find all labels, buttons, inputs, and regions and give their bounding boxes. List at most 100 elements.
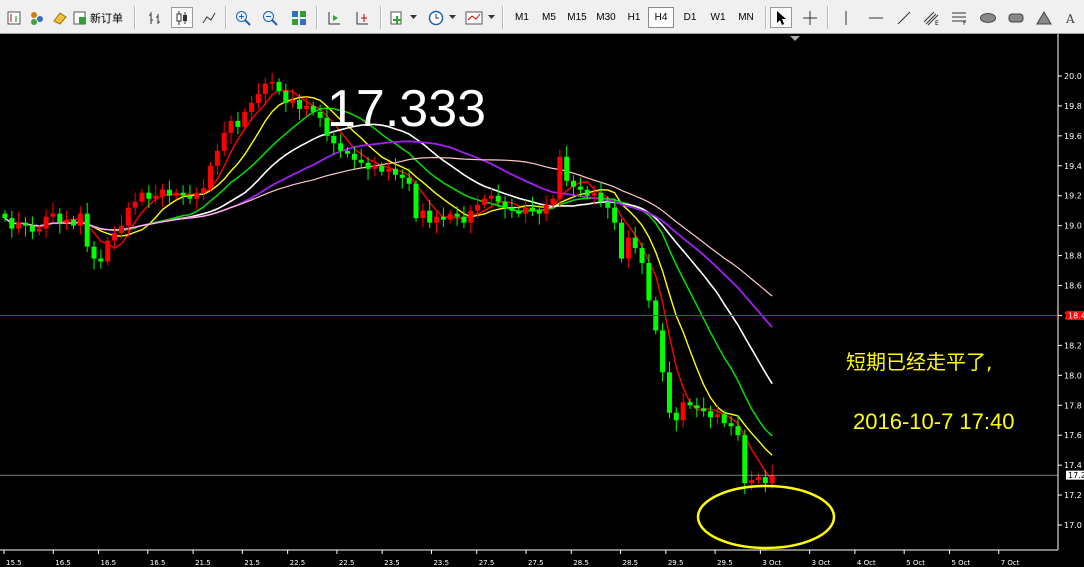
candle-body (372, 165, 378, 169)
candle-body (632, 237, 638, 249)
timeframe-m5[interactable]: M5 (536, 7, 562, 28)
timeframe-m30[interactable]: M30 (593, 7, 619, 28)
candle-body (249, 102, 255, 112)
candle-body (2, 213, 8, 219)
candle-body (502, 201, 508, 208)
indicators-icon[interactable] (386, 7, 408, 28)
candle-body (399, 174, 405, 178)
x-tick-label: 23.5 (384, 559, 400, 567)
y-tick-label: 18.0 (1064, 371, 1082, 380)
candle-body (762, 477, 768, 484)
text-label-icon[interactable]: A (1060, 7, 1082, 28)
profiles-icon[interactable] (26, 7, 48, 28)
new-chart-icon[interactable] (3, 7, 25, 28)
timeframe-mn[interactable]: MN (733, 7, 759, 28)
candle-body (139, 192, 145, 202)
candle-body (475, 204, 481, 211)
x-tick-label: 16.5 (55, 559, 71, 567)
ellipse-icon[interactable] (977, 7, 999, 28)
y-tick-label: 19.4 (1064, 162, 1082, 171)
x-tick-label: 28.5 (623, 559, 639, 567)
candle-body (386, 168, 392, 172)
candle-body (509, 207, 515, 211)
candle-body (721, 414, 727, 424)
candle-body (351, 153, 357, 160)
x-tick-label: 4 Oct (857, 559, 876, 567)
candle-body (666, 372, 672, 413)
x-tick-label: 22.5 (339, 559, 355, 567)
candle-body (605, 201, 611, 208)
price-display: 17.333 (327, 80, 486, 138)
x-tick-label: 28.5 (573, 559, 589, 567)
timeframe-h1[interactable]: H1 (621, 7, 647, 28)
templates-icon[interactable] (463, 7, 485, 28)
rectangle-icon[interactable] (1005, 7, 1027, 28)
candle-body (392, 168, 398, 175)
candle-body (454, 213, 460, 217)
candle-body (125, 207, 131, 226)
auto-scroll-icon[interactable] (323, 7, 345, 28)
x-tick-label: 27.5 (528, 559, 544, 567)
level-price-tag: 18.4 (1068, 311, 1084, 320)
periods-clock-icon[interactable] (425, 7, 447, 28)
horizontal-line-icon[interactable] (865, 7, 887, 28)
x-tick-label: 7 Oct (1001, 559, 1020, 567)
y-tick-label: 17.4 (1064, 461, 1082, 470)
triangle-icon[interactable] (1033, 7, 1055, 28)
trendline-icon[interactable] (893, 7, 915, 28)
indicators-dropdown-icon[interactable] (408, 7, 418, 28)
candle-body (749, 480, 755, 484)
tile-windows-icon[interactable] (288, 7, 310, 28)
vertical-line-icon[interactable] (835, 7, 857, 28)
market-watch-icon[interactable] (49, 7, 71, 28)
chart-shift-icon[interactable] (351, 7, 373, 28)
candle-body (619, 222, 624, 259)
candle-body (516, 210, 522, 214)
candle-body (461, 216, 467, 223)
line-chart-icon[interactable] (198, 7, 220, 28)
equidistant-channel-icon[interactable]: E (921, 7, 943, 28)
candle-body (536, 210, 542, 214)
candlestick-icon[interactable] (171, 7, 193, 28)
candle-body (673, 412, 679, 421)
timeframe-m1[interactable]: M1 (509, 7, 535, 28)
candle-body (571, 180, 577, 187)
candle-body (543, 204, 549, 214)
candle-body (98, 258, 104, 262)
fibonacci-icon[interactable]: F (949, 7, 971, 28)
candle-body (262, 83, 268, 94)
templates-dropdown-icon[interactable] (486, 7, 496, 28)
candle-body (680, 402, 686, 421)
timeframe-w1[interactable]: W1 (705, 7, 731, 28)
candle-body (23, 222, 29, 226)
y-tick-label: 17.2 (1064, 491, 1082, 500)
candle-body (43, 216, 49, 229)
candle-body (687, 402, 693, 406)
x-tick-label: 29.5 (668, 559, 684, 567)
cursor-icon[interactable] (770, 7, 792, 28)
x-tick-label: 5 Oct (906, 559, 925, 567)
crosshair-icon[interactable] (799, 7, 821, 28)
candle-body (714, 414, 720, 418)
bar-chart-icon[interactable] (144, 7, 166, 28)
candle-body (379, 165, 385, 172)
timeframe-d1[interactable]: D1 (677, 7, 703, 28)
x-tick-label: 21.5 (244, 559, 260, 567)
candle-body (146, 192, 152, 199)
timeframe-m15[interactable]: M15 (564, 7, 590, 28)
candle-body (317, 111, 323, 118)
periods-dropdown-icon[interactable] (447, 7, 457, 28)
candle-body (735, 426, 741, 436)
zoom-out-icon[interactable] (259, 7, 281, 28)
price-chart[interactable]: 20.0 19.8 19.6 19.4 19.2 19.0 18.8 18.6 18.4 18.2… (0, 34, 1084, 567)
new-order-label: 新订单 (90, 11, 123, 25)
candle-body (290, 99, 296, 103)
zoom-in-icon[interactable] (232, 7, 254, 28)
candle-body (708, 411, 714, 418)
candle-body (427, 210, 433, 223)
candle-body (269, 81, 275, 84)
candle-body (365, 162, 371, 169)
y-tick-label: 17.8 (1064, 401, 1082, 410)
new-order-button[interactable]: 新订单 (70, 7, 126, 28)
timeframe-h4[interactable]: H4 (648, 7, 674, 28)
